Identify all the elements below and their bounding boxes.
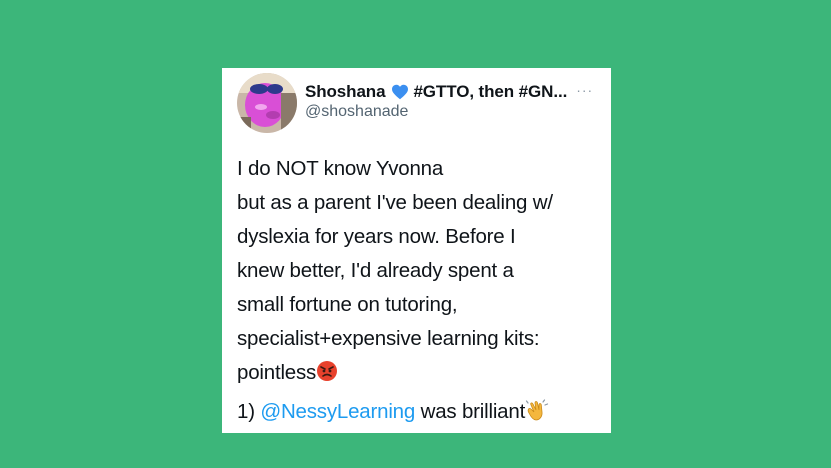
tweet-line: specialist+expensive learning kits: (237, 327, 540, 350)
angry-face-icon (317, 361, 338, 381)
thread-prefix: 1) (237, 400, 261, 423)
blue-heart-icon (392, 84, 409, 100)
thread-suffix: was brilliant (415, 400, 526, 423)
tweet-line: dyslexia for years now. Before I (237, 225, 516, 248)
more-options-icon[interactable]: ··· (576, 82, 593, 98)
tweet-line-last: pointless (237, 356, 607, 390)
tweet-line: but as a parent I've been dealing w/ (237, 191, 553, 214)
author-handle[interactable]: @shoshanade (305, 103, 408, 121)
tweet-line: knew better, I'd already spent a (237, 259, 514, 282)
author-display-name[interactable]: Shoshana (305, 82, 386, 102)
avatar[interactable] (237, 73, 297, 133)
tweet-line-text: pointless (237, 361, 317, 384)
author-name-row[interactable]: Shoshana #GTTO, then #GN... ··· (305, 81, 597, 103)
avatar-image (237, 73, 297, 133)
tweet-line: small fortune on tutoring, (237, 293, 458, 316)
tweet-body: I do NOT know Yvonna but as a parent I'v… (237, 152, 607, 390)
tweet-card[interactable]: Shoshana #GTTO, then #GN... ··· @shoshan… (222, 68, 611, 433)
mention-link[interactable]: @NessyLearning (260, 400, 415, 423)
tweet-line: I do NOT know Yvonna (237, 157, 444, 180)
clapping-hands-icon (525, 399, 549, 421)
thread-item: 1) @NessyLearning was brilliant (237, 395, 607, 429)
author-display-name-suffix[interactable]: #GTTO, then #GN... (413, 82, 567, 102)
